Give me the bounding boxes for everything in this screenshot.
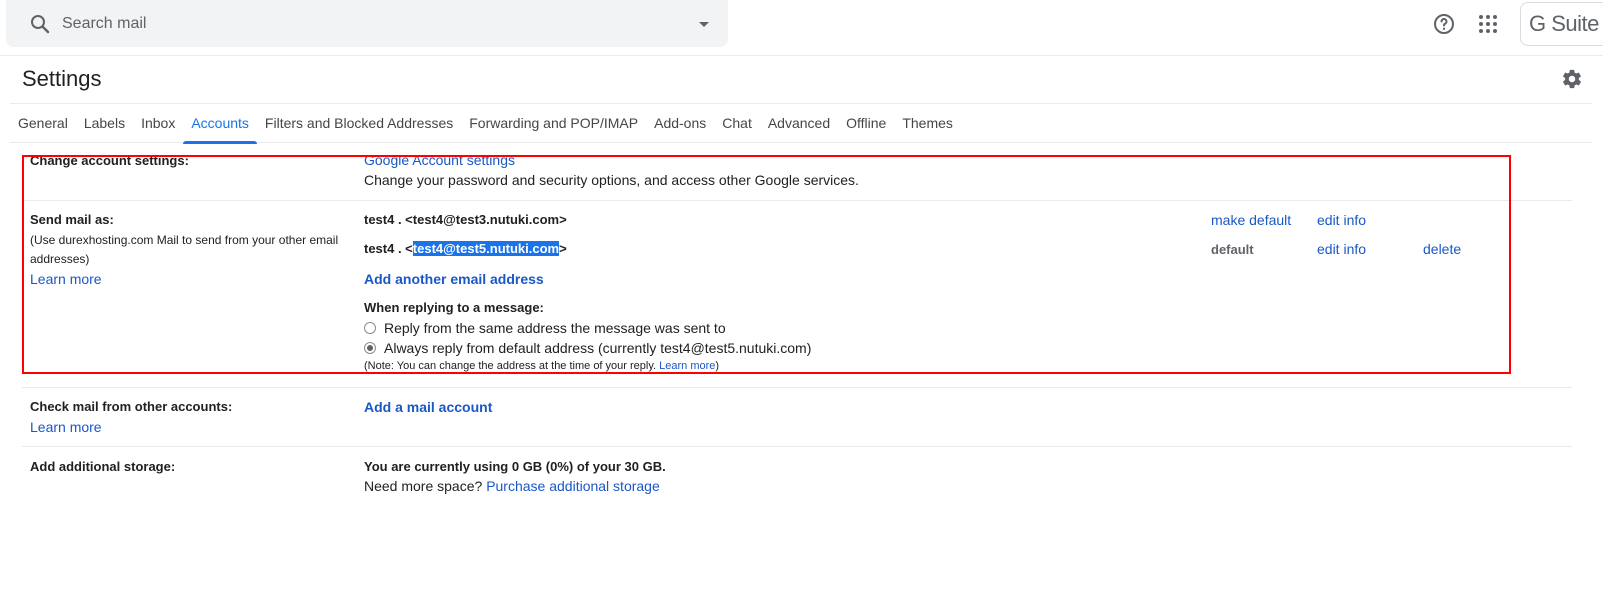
send-mail-label: Send mail as: bbox=[30, 212, 114, 227]
make-default-link[interactable]: make default bbox=[1211, 212, 1291, 228]
add-mail-account-link[interactable]: Add a mail account bbox=[364, 399, 492, 415]
reply-default-radio[interactable] bbox=[364, 342, 376, 354]
page-title: Settings bbox=[22, 66, 102, 91]
reply-option-default-address[interactable]: Always reply from default address (curre… bbox=[364, 340, 811, 356]
gsuite-label: G Suite bbox=[1529, 11, 1599, 36]
gsuite-logo[interactable]: G Suite bbox=[1520, 2, 1603, 46]
tab-addons[interactable]: Add-ons bbox=[646, 104, 714, 143]
change-account-label: Change account settings: bbox=[30, 153, 189, 168]
tab-advanced[interactable]: Advanced bbox=[760, 104, 838, 143]
top-bar: G Suite bbox=[0, 0, 1603, 56]
search-input[interactable] bbox=[62, 10, 662, 38]
settings-tabs: General Labels Inbox Accounts Filters an… bbox=[10, 103, 1592, 144]
add-email-address-link[interactable]: Add another email address bbox=[364, 271, 544, 287]
send-address-1: test4 . <test4@test3.nutuki.com> bbox=[364, 212, 567, 227]
search-options-icon[interactable] bbox=[692, 12, 716, 36]
send-address-1-suffix: > bbox=[559, 212, 567, 227]
reply-note-end: ) bbox=[715, 360, 720, 372]
need-more-space-text: Need more space? bbox=[364, 478, 483, 494]
tab-general[interactable]: General bbox=[10, 104, 76, 143]
tab-forwarding[interactable]: Forwarding and POP/IMAP bbox=[461, 104, 646, 143]
reply-same-label: Reply from the same address the message … bbox=[384, 320, 726, 336]
tab-themes[interactable]: Themes bbox=[894, 104, 961, 143]
apps-icon[interactable] bbox=[1476, 12, 1500, 36]
reply-option-same-address[interactable]: Reply from the same address the message … bbox=[364, 320, 726, 336]
reply-heading: When replying to a message: bbox=[364, 300, 544, 315]
storage-more-space: Need more space? Purchase additional sto… bbox=[364, 478, 660, 494]
section-divider bbox=[22, 446, 1572, 447]
reply-note: (Note: You can change the address at the… bbox=[364, 360, 719, 372]
tab-labels[interactable]: Labels bbox=[76, 104, 133, 143]
search-box[interactable] bbox=[6, 0, 728, 47]
purchase-storage-link[interactable]: Purchase additional storage bbox=[486, 478, 660, 494]
tab-offline[interactable]: Offline bbox=[838, 104, 894, 143]
help-icon[interactable] bbox=[1432, 12, 1456, 36]
send-mail-learn-more-link[interactable]: Learn more bbox=[30, 271, 102, 287]
storage-usage: You are currently using 0 GB (0%) of you… bbox=[364, 459, 666, 474]
edit-info-link-2[interactable]: edit info bbox=[1317, 241, 1366, 257]
google-account-settings-link[interactable]: Google Account settings bbox=[364, 152, 515, 168]
send-mail-description: (Use durexhosting.com Mail to send from … bbox=[30, 233, 339, 266]
default-badge: default bbox=[1211, 242, 1254, 257]
storage-label: Add additional storage: bbox=[30, 459, 176, 474]
delete-address-link[interactable]: delete bbox=[1423, 241, 1461, 257]
send-address-1-email: test4@test3.nutuki.com bbox=[412, 212, 560, 227]
tab-filters[interactable]: Filters and Blocked Addresses bbox=[257, 104, 461, 143]
edit-info-link-1[interactable]: edit info bbox=[1317, 212, 1366, 228]
check-mail-label: Check mail from other accounts: bbox=[30, 399, 233, 414]
reply-note-text: (Note: You can change the address at the… bbox=[364, 360, 657, 372]
send-address-2-suffix: > bbox=[559, 241, 567, 256]
send-address-2-name: test4 . < bbox=[364, 241, 413, 256]
tab-inbox[interactable]: Inbox bbox=[133, 104, 183, 143]
tab-chat[interactable]: Chat bbox=[714, 104, 760, 143]
reply-note-learn-more-link[interactable]: Learn more bbox=[659, 360, 715, 372]
send-address-2: test4 . <test4@test5.nutuki.com> bbox=[364, 241, 567, 256]
gear-icon[interactable] bbox=[1561, 68, 1583, 90]
section-divider bbox=[22, 200, 1572, 201]
send-address-1-name: test4 . < bbox=[364, 212, 413, 227]
search-icon[interactable] bbox=[28, 12, 52, 36]
send-address-2-email: test4@test5.nutuki.com bbox=[412, 241, 560, 256]
change-account-description: Change your password and security option… bbox=[364, 172, 859, 188]
check-mail-learn-more-link[interactable]: Learn more bbox=[30, 419, 102, 435]
reply-default-label: Always reply from default address (curre… bbox=[384, 340, 812, 356]
section-divider bbox=[22, 387, 1572, 388]
tab-accounts[interactable]: Accounts bbox=[183, 104, 257, 144]
reply-same-radio[interactable] bbox=[364, 322, 376, 334]
